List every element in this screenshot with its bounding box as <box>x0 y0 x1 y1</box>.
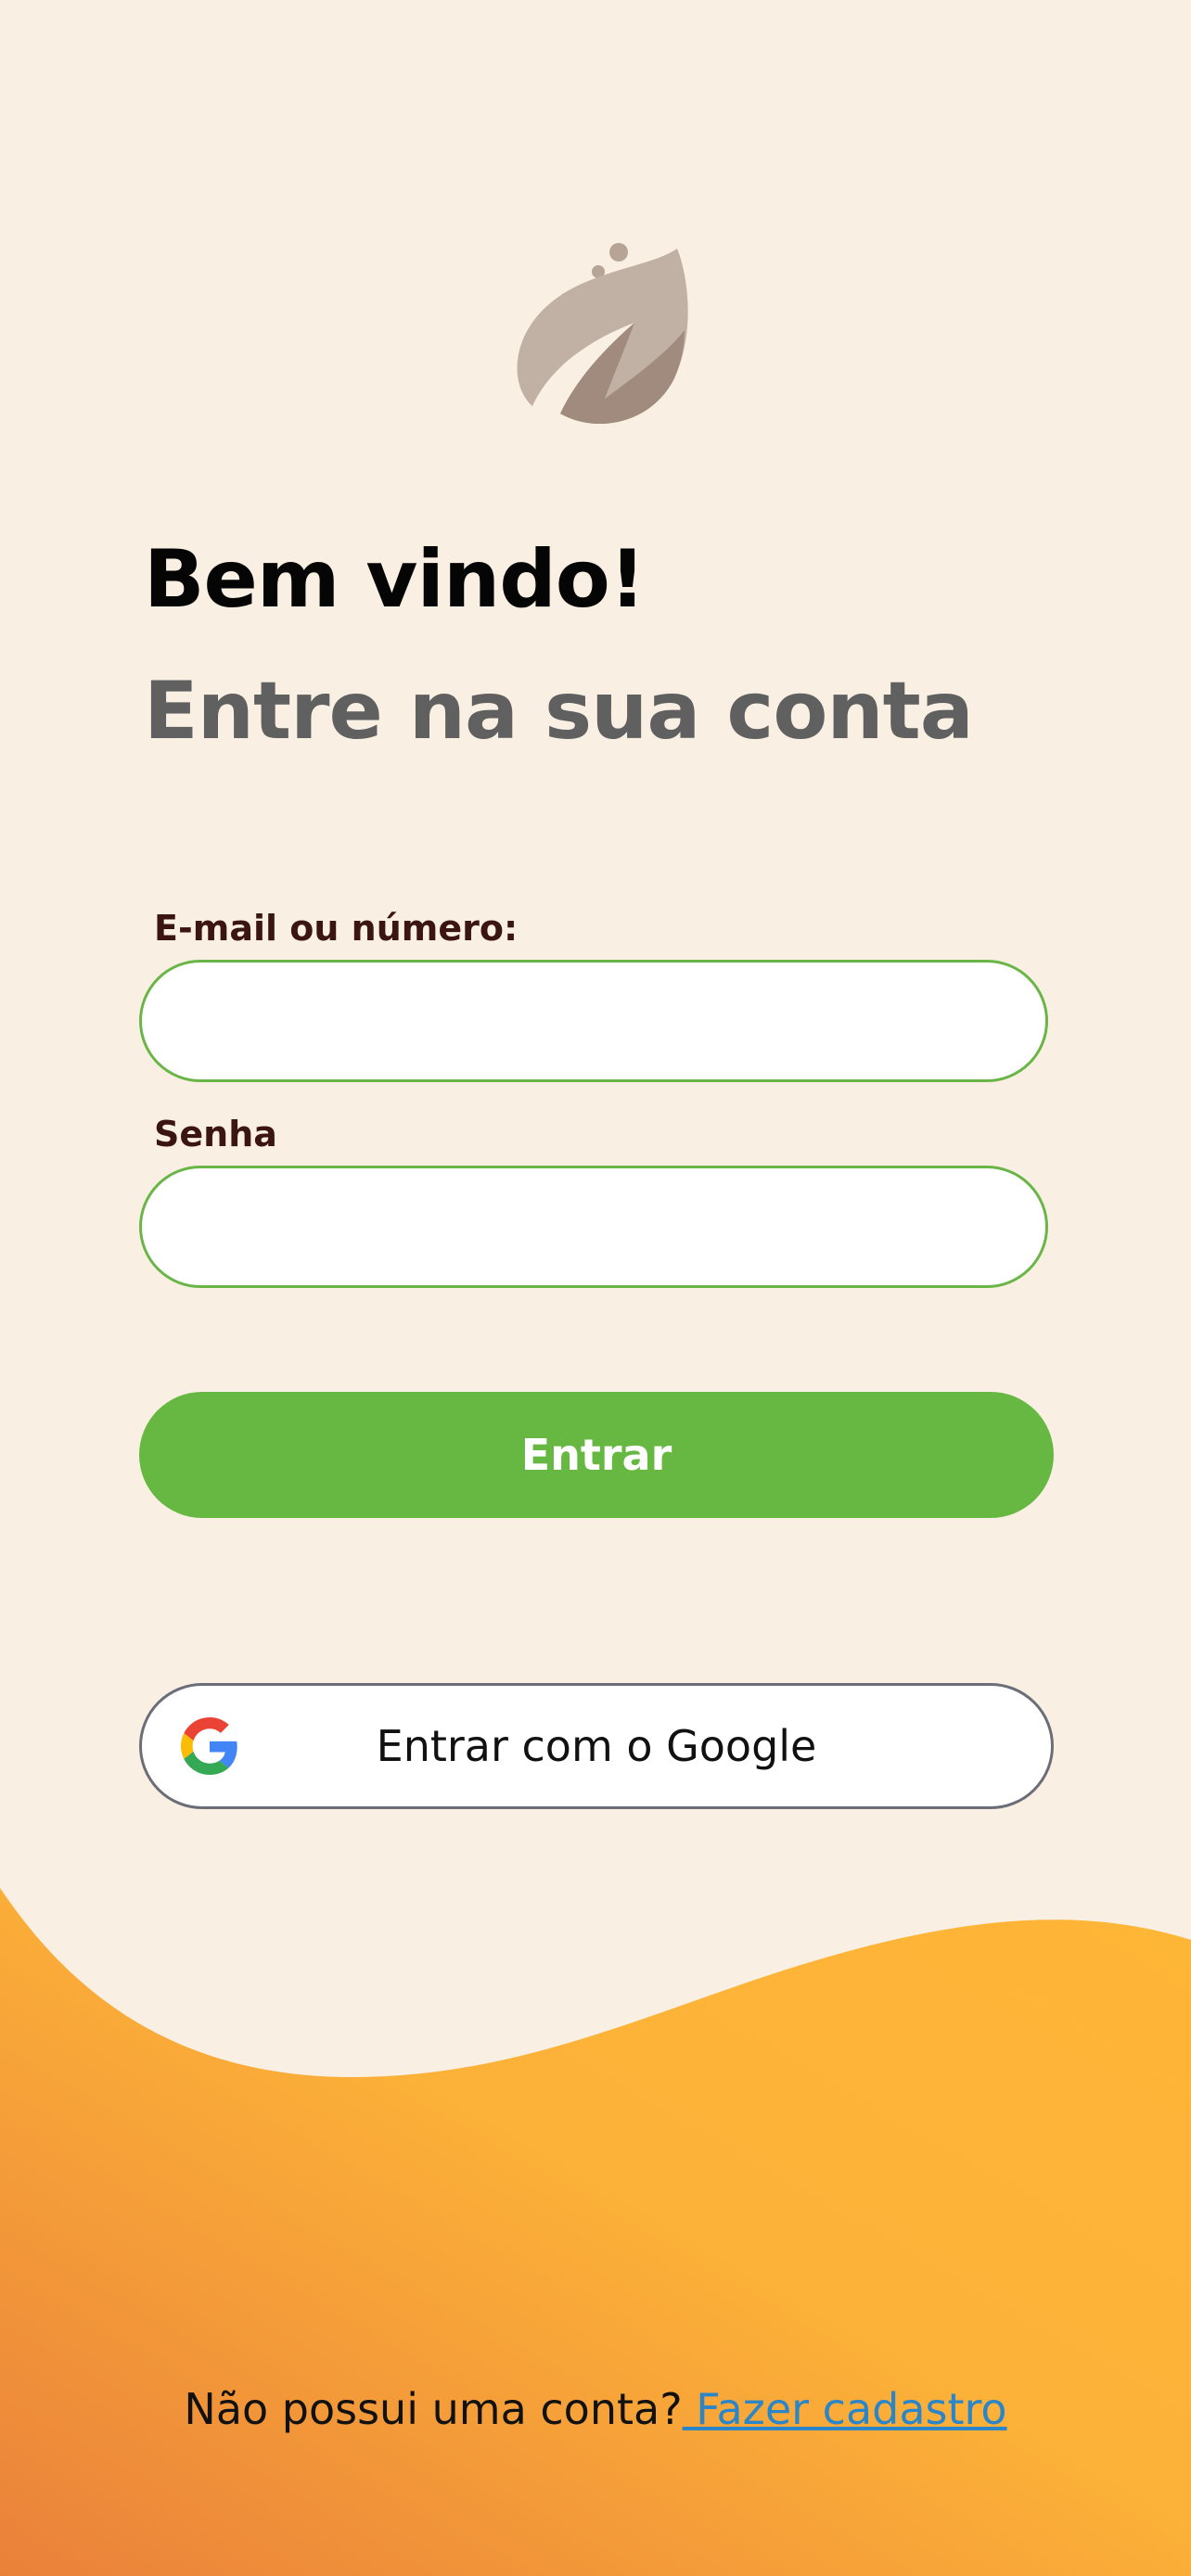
password-label: Senha <box>154 1114 277 1154</box>
password-field[interactable] <box>139 1166 1048 1288</box>
email-field[interactable] <box>139 960 1048 1082</box>
email-label: E-mail ou número: <box>154 908 519 949</box>
login-subtitle: Entre na sua conta <box>144 665 974 758</box>
welcome-title: Bem vindo! <box>144 533 646 626</box>
leaf-logo-icon <box>512 239 694 438</box>
signup-prompt: Não possui uma conta? Fazer cadastro <box>0 2378 1191 2440</box>
no-account-text: Não possui uma conta? <box>184 2384 683 2434</box>
signup-link[interactable]: Fazer cadastro <box>683 2384 1006 2434</box>
google-login-label: Entrar com o Google <box>376 1721 817 1771</box>
google-login-button[interactable]: Entrar com o Google <box>139 1683 1054 1809</box>
decorative-wave <box>0 1882 1191 2576</box>
login-button[interactable]: Entrar <box>139 1392 1054 1518</box>
